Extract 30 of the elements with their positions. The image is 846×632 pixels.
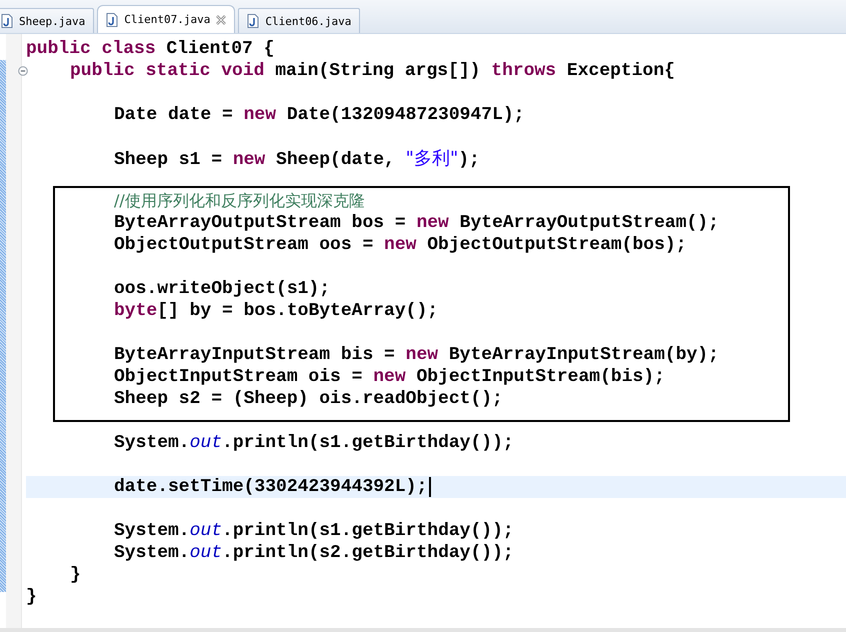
code-line: //使用序列化和反序列化实现深克隆 [114,190,365,212]
code-line: byte[] by = bos.toByteArray(); [114,300,438,322]
code-line: Date date = new Date(13209487230947L); [114,104,524,126]
code-line: public class Client07 { [26,38,274,60]
text-cursor [429,477,432,497]
editor-tab[interactable]: Sheep.java [0,8,94,33]
editor-tab[interactable]: Client06.java [238,8,360,33]
tab-label: Client06.java [265,14,352,28]
file-icon [247,14,260,28]
code-line: public static void main(String args[]) throws Exception{ [70,60,675,82]
code-line: ObjectOutputStream oos = new ObjectOutputStream(bos); [114,234,686,256]
code-line: Sheep s1 = new Sheep(date, "多利"); [114,148,480,170]
code-line: } [26,586,37,608]
code-line: date.setTime(3302423944392L); [114,476,428,498]
tab-label: Sheep.java [19,14,86,28]
code-line: ByteArrayInputStream bis = new ByteArrayInputStream(by); [114,344,719,366]
code-line: ObjectInputStream ois = new ObjectInputStream(bis); [114,366,665,388]
close-icon[interactable] [216,14,226,24]
editor-tab[interactable]: Client07.java [97,5,236,33]
file-icon [106,12,118,26]
collapse-icon[interactable] [18,66,28,76]
code-line: oos.writeObject(s1); [114,278,330,300]
code-line: } [70,564,81,586]
code-line: System.out.println(s1.getBirthday()); [114,520,514,542]
tab-label: Client07.java [124,13,210,26]
code-line: Sheep s2 = (Sheep) ois.readObject(); [114,388,503,410]
code-line: System.out.println(s2.getBirthday()); [114,542,514,564]
code-line: ByteArrayOutputStream bos = new ByteArrayOutputStream(); [114,212,719,234]
code-line: System.out.println(s1.getBirthday()); [114,432,514,454]
file-icon [1,14,13,28]
